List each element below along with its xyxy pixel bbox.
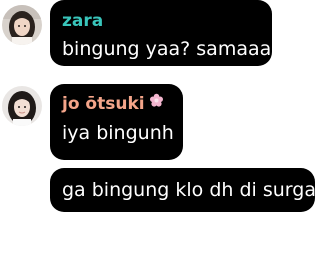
sender-name-jo-otsuki[interactable]: jo ōtsuki <box>62 93 164 114</box>
pink-flower-icon <box>149 93 164 113</box>
avatar-jo-otsuki[interactable] <box>2 86 42 126</box>
message-text-continuation: ga bingung klo dh di surga <box>62 179 316 201</box>
sender-name-zara[interactable]: zara <box>62 11 103 31</box>
sender-name-text: jo ōtsuki <box>62 94 145 114</box>
message-text-zara: bingung yaa? samaaa <box>62 38 272 60</box>
avatar-zara[interactable] <box>2 5 42 45</box>
message-text-jo-otsuki: iya bingunh <box>62 122 174 144</box>
